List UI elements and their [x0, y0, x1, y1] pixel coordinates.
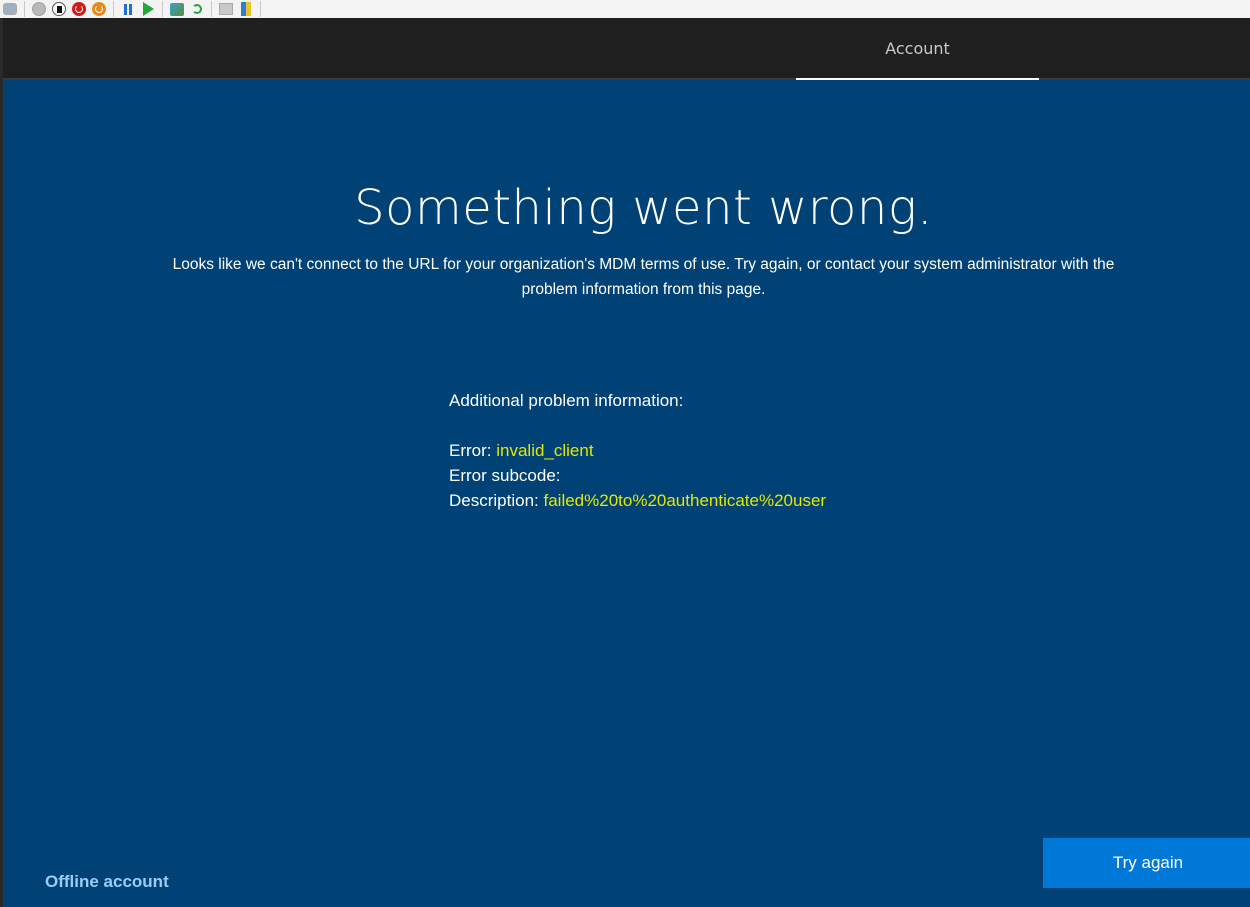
computer-icon: [219, 3, 233, 15]
error-message-line-1: Looks like we can't connect to the URL f…: [172, 256, 1115, 273]
error-label: Error:: [449, 441, 497, 460]
revert-icon: [192, 4, 202, 14]
oobe-header: Account: [3, 18, 1250, 80]
details-heading: Additional problem information:: [449, 391, 684, 410]
description-label: Description:: [449, 491, 544, 510]
shut-down-button[interactable]: [71, 1, 87, 17]
save-button[interactable]: [91, 1, 107, 17]
checkpoint-icon: [170, 2, 184, 16]
description-value: failed%20to%20authenticate%20user: [543, 491, 827, 510]
ctrl-alt-del-button[interactable]: [2, 1, 18, 17]
subcode-row: Error subcode:: [449, 463, 1049, 488]
description-row: Description: failed%20to%20authenticate%…: [449, 488, 1049, 513]
error-message-line-2: problem information from this page.: [521, 281, 766, 298]
enhanced-session-button[interactable]: [218, 1, 234, 17]
error-value: invalid_client: [496, 441, 594, 460]
turn-off-button[interactable]: [51, 1, 67, 17]
power-icon: [32, 2, 46, 16]
error-message: Looks like we can't connect to the URL f…: [63, 252, 1224, 302]
vm-toolbar: [0, 0, 1250, 18]
pause-button[interactable]: [120, 1, 136, 17]
share-icon: [241, 2, 251, 16]
oobe-body: Something went wrong. Looks like we can'…: [3, 80, 1250, 907]
pause-icon: [124, 3, 132, 15]
checkpoint-button[interactable]: [169, 1, 185, 17]
toolbar-separator: [24, 1, 25, 17]
try-again-button[interactable]: Try again: [1043, 838, 1250, 888]
toolbar-separator: [260, 1, 261, 17]
revert-button[interactable]: [189, 1, 205, 17]
share-button[interactable]: [238, 1, 254, 17]
problem-details: Additional problem information: Error: i…: [449, 388, 1049, 513]
subcode-label: Error subcode:: [449, 466, 561, 485]
page-title: Something went wrong.: [354, 180, 933, 236]
tab-account[interactable]: Account: [796, 18, 1039, 80]
keyboard-icon: [3, 3, 17, 15]
start-button[interactable]: [31, 1, 47, 17]
resume-button[interactable]: [140, 1, 156, 17]
toolbar-separator: [162, 1, 163, 17]
play-icon: [142, 2, 154, 16]
toolbar-separator: [113, 1, 114, 17]
tab-account-label: Account: [885, 38, 950, 58]
offline-account-link[interactable]: Offline account: [45, 872, 169, 892]
vm-screen: Account Something went wrong. Looks like…: [0, 18, 1250, 907]
error-row: Error: invalid_client: [449, 438, 1049, 463]
toolbar-separator: [211, 1, 212, 17]
